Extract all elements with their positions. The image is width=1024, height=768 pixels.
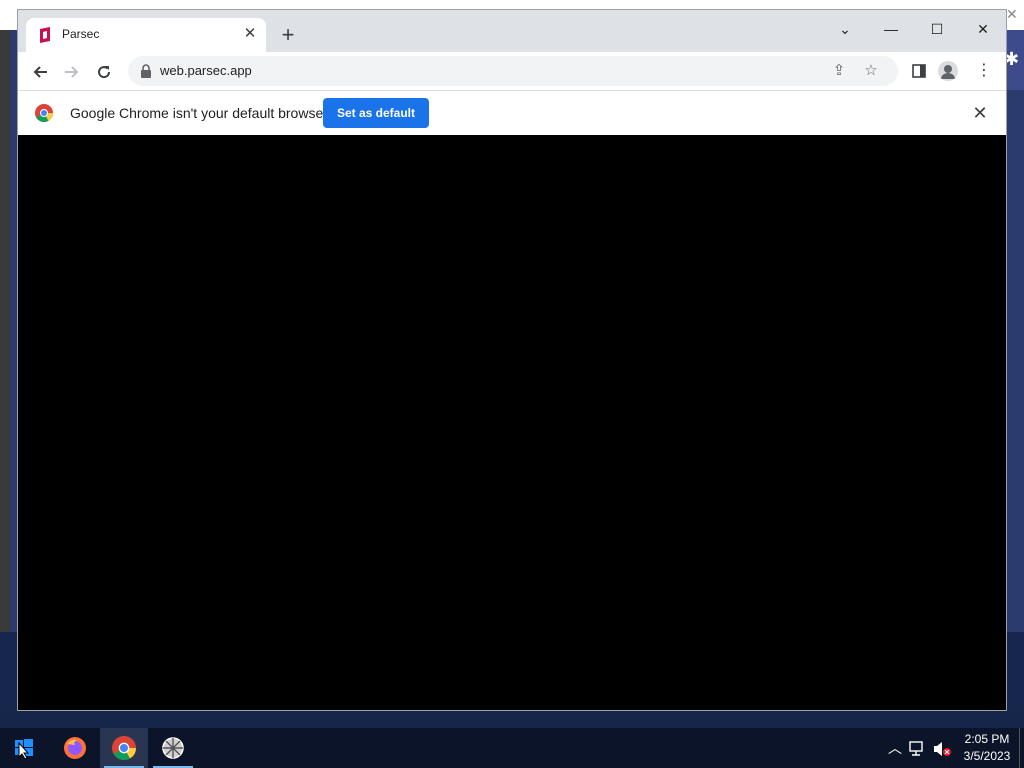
show-desktop-button[interactable] <box>1019 728 1024 768</box>
clock-date: 3/5/2023 <box>963 749 1011 763</box>
network-glyph <box>909 741 923 756</box>
clock-time: 2:05 PM <box>964 732 1010 746</box>
chrome-window: Parsec ✕ + ⌄ — ☐ ✕ web.parsec.app ⇪ ☆ ⋮ … <box>18 10 1006 710</box>
taskbar-firefox[interactable] <box>51 728 99 768</box>
new-tab-button[interactable]: + <box>276 24 300 48</box>
background-edge <box>0 30 10 632</box>
system-clock[interactable]: 2:05 PM 3/5/2023 <box>956 731 1018 765</box>
taskbar-chrome[interactable] <box>100 728 148 768</box>
back-button[interactable] <box>27 58 53 84</box>
parsec-app-icon <box>162 737 184 759</box>
person-icon <box>941 65 955 79</box>
address-bar[interactable]: web.parsec.app ⇪ ☆ <box>128 56 898 86</box>
page-viewport[interactable] <box>18 135 1006 710</box>
close-icon: ✕ <box>1006 6 1018 22</box>
infobar-close-icon[interactable]: ✕ <box>970 103 990 123</box>
profile-avatar[interactable] <box>938 61 958 81</box>
start-button[interactable] <box>0 728 48 768</box>
network-icon[interactable] <box>908 738 928 758</box>
chevron-up-icon[interactable]: ︿ <box>885 738 905 758</box>
arrow-left-icon <box>33 66 47 78</box>
browser-toolbar: web.parsec.app ⇪ ☆ ⋮ <box>18 52 1006 90</box>
reload-button[interactable] <box>91 58 117 84</box>
lock-icon <box>141 64 151 78</box>
infobar-message: Google Chrome isn't your default browser <box>70 105 328 121</box>
tab-strip: Parsec ✕ + ⌄ — ☐ ✕ <box>18 10 1006 52</box>
tab-search-button[interactable]: ⌄ <box>822 14 868 44</box>
tab-close-icon[interactable]: ✕ <box>240 24 260 44</box>
side-panel-glyph <box>912 63 926 78</box>
share-icon[interactable]: ⇪ <box>828 60 850 82</box>
chrome-logo-icon <box>35 104 53 122</box>
reload-icon <box>98 66 111 79</box>
menu-kebab-icon[interactable]: ⋮ <box>971 58 997 84</box>
arrow-right-icon <box>65 66 79 78</box>
taskbar: ︿ 2:05 PM 3/5/2023 <box>0 728 1024 768</box>
maximize-button[interactable]: ☐ <box>914 14 960 44</box>
minimize-button[interactable]: — <box>868 14 914 44</box>
gear-icon: ✱ <box>1004 49 1020 69</box>
volume-muted-icon[interactable] <box>932 738 952 758</box>
set-as-default-button[interactable]: Set as default <box>323 98 429 128</box>
url-text: web.parsec.app <box>160 63 252 78</box>
mouse-cursor-icon <box>18 742 30 760</box>
forward-button[interactable] <box>59 58 85 84</box>
taskbar-parsec[interactable] <box>149 728 197 768</box>
side-panel-icon[interactable] <box>906 58 932 84</box>
close-window-button[interactable]: ✕ <box>960 14 1006 44</box>
tab-title: Parsec <box>62 27 100 41</box>
speaker-glyph <box>934 742 951 757</box>
chrome-icon <box>112 736 136 760</box>
firefox-icon <box>64 737 86 759</box>
parsec-icon <box>40 27 50 43</box>
default-browser-infobar: Google Chrome isn't your default browser… <box>18 90 1006 136</box>
tab-parsec[interactable]: Parsec ✕ <box>26 18 266 52</box>
bookmark-star-icon[interactable]: ☆ <box>860 60 882 82</box>
